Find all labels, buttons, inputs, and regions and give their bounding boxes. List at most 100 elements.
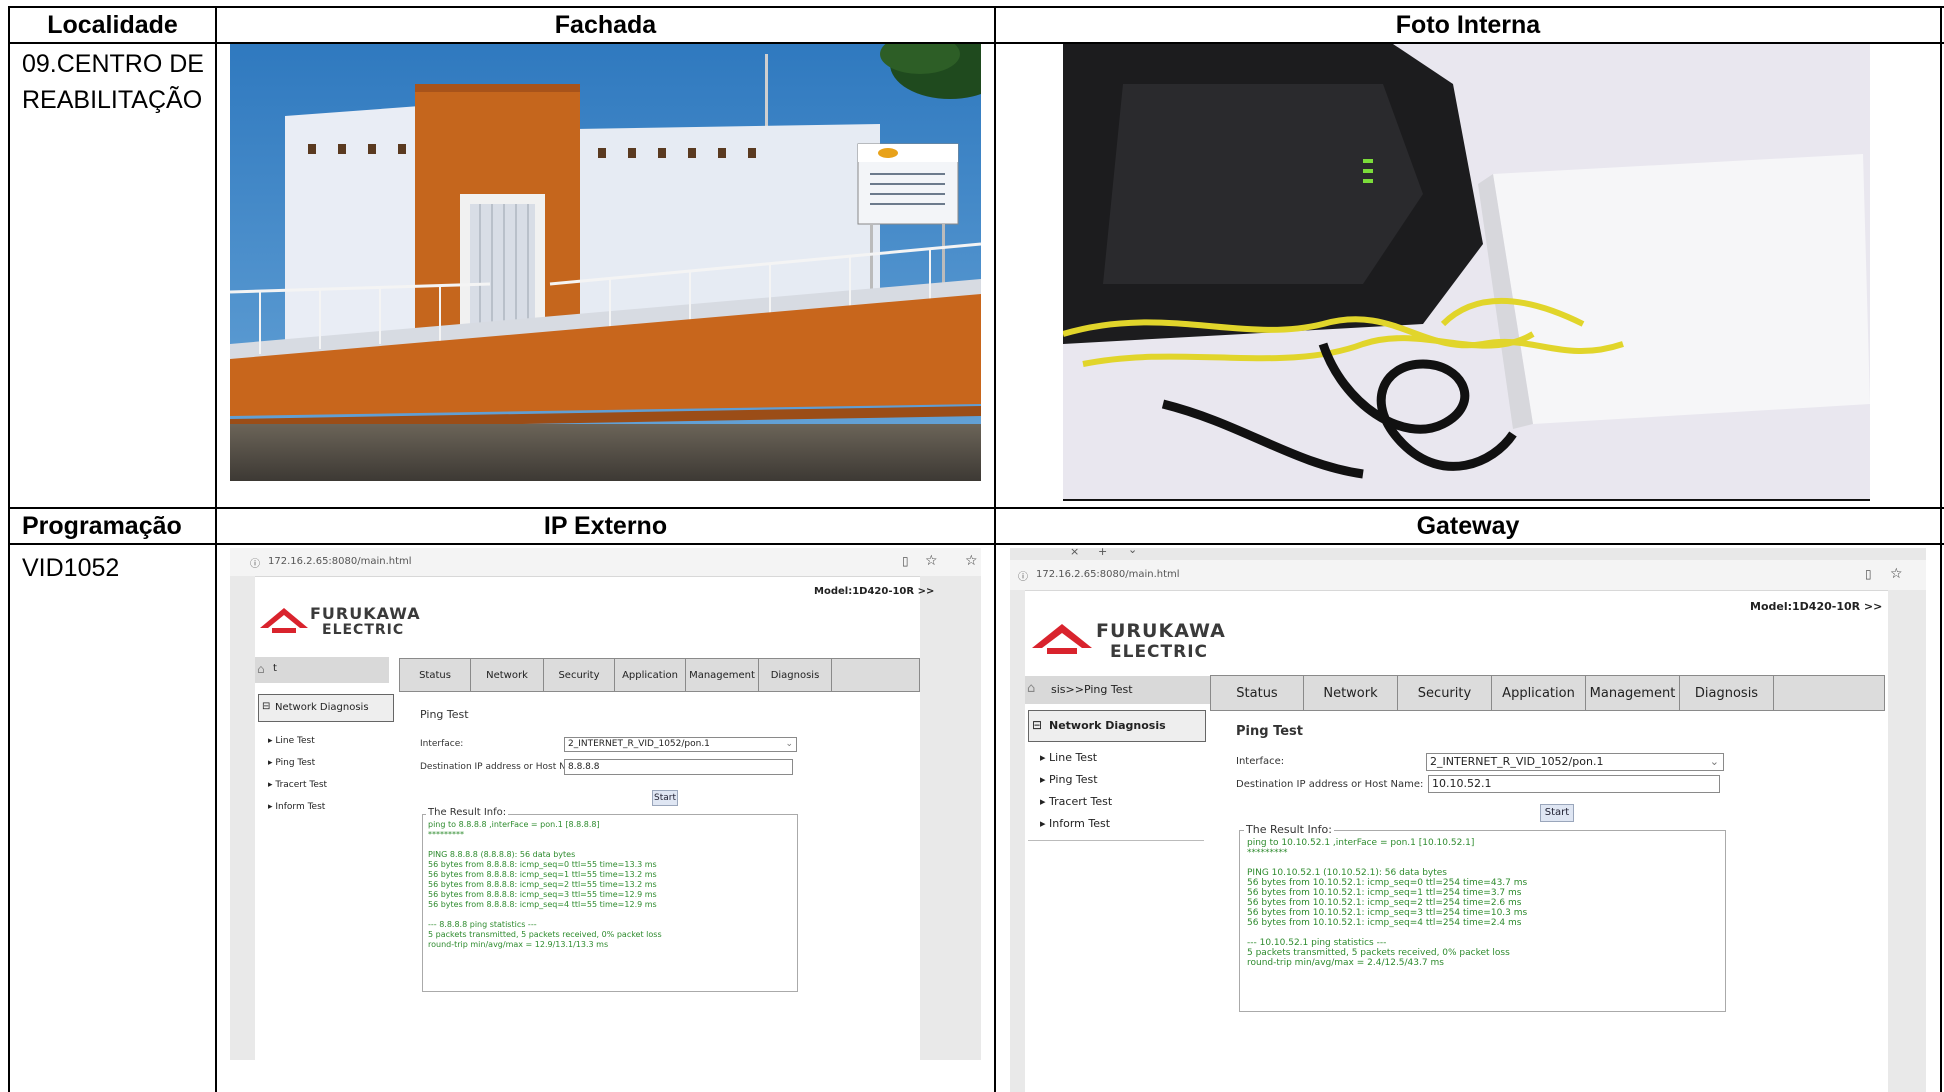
logo-line2: ELECTRIC (322, 622, 405, 638)
result-line: 5 packets transmitted, 5 packets receive… (428, 930, 662, 939)
sidebar-item-line-test[interactable]: ▸ Line Test (1040, 751, 1097, 764)
collapse-icon[interactable]: ⊟ (262, 701, 270, 712)
result-line: ********* (1247, 848, 1288, 858)
interface-select[interactable]: 2_INTERNET_R_VID_1052/pon.1 ⌄ (1426, 753, 1724, 771)
interface-select-value: 2_INTERNET_R_VID_1052/pon.1 (1430, 755, 1604, 768)
network-diagnosis-label: Network Diagnosis (1049, 719, 1166, 732)
grid-col3 (994, 6, 996, 1092)
browser-tab-strip: × + ⌄ (1010, 548, 1926, 560)
browser-url-bar[interactable]: ⓘ 172.16.2.65:8080/main.html ▯ ☆ (1010, 560, 1926, 591)
result-line: 56 bytes from 8.8.8.8: icmp_seq=1 ttl=55… (428, 870, 657, 879)
grid-row2-under-header (8, 543, 1944, 545)
star-icon-secondary[interactable]: ☆ (965, 553, 978, 569)
logo-line1: FURUKAWA (1096, 620, 1226, 642)
result-line: 56 bytes from 8.8.8.8: icmp_seq=4 ttl=55… (428, 900, 657, 909)
sidebar-item-line-test[interactable]: ▸ Line Test (268, 736, 315, 746)
interface-label: Interface: (1236, 756, 1285, 767)
header-fachada: Fachada (554, 11, 657, 39)
top-menu: Status Network Security Application Mana… (399, 658, 920, 692)
tab-security[interactable]: Security (1398, 676, 1492, 710)
start-button[interactable]: Start (1540, 804, 1574, 822)
result-line: PING 10.10.52.1 (10.10.52.1): 56 data by… (1247, 868, 1447, 878)
page-title: Ping Test (1236, 724, 1303, 739)
reader-icon[interactable]: ▯ (902, 554, 909, 568)
localidade-value-line2: REABILITAÇÃO (22, 86, 203, 114)
interface-select[interactable]: 2_INTERNET_R_VID_1052/pon.1 ⌄ (564, 737, 797, 752)
tab-management[interactable]: Management (686, 659, 759, 691)
close-tab-icon[interactable]: × (1070, 548, 1079, 558)
grid-right (1940, 6, 1942, 1092)
dest-input[interactable]: 8.8.8.8 (564, 759, 793, 775)
tab-empty (1774, 676, 1884, 710)
tab-diagnosis[interactable]: Diagnosis (1680, 676, 1774, 710)
chevron-down-icon: ⌄ (785, 739, 793, 749)
info-icon: ⓘ (1018, 572, 1028, 583)
star-icon[interactable]: ☆ (925, 553, 938, 569)
programacao-value: VID1052 (22, 554, 120, 582)
sidebar-item-ping-test[interactable]: ▸ Ping Test (1040, 773, 1098, 786)
tab-status[interactable]: Status (1211, 676, 1304, 710)
sidebar-item-label: Ping Test (275, 758, 316, 768)
result-line: 56 bytes from 10.10.52.1: icmp_seq=0 ttl… (1247, 878, 1528, 888)
tab-management[interactable]: Management (1586, 676, 1680, 710)
result-line: --- 8.8.8.8 ping statistics --- (428, 920, 537, 929)
new-tab-icon[interactable]: + (1098, 548, 1107, 558)
result-line: ping to 8.8.8.8 ,interFace = pon.1 [8.8.… (428, 820, 600, 829)
browser-url-bar[interactable]: ⓘ 172.16.2.65:8080/main.html ▯ ☆ ☆ (230, 548, 981, 577)
tab-status[interactable]: Status (400, 659, 471, 691)
reader-icon[interactable]: ▯ (1865, 567, 1872, 581)
sidebar-item-label: Ping Test (1049, 773, 1098, 786)
sidebar-item-inform-test[interactable]: ▸ Inform Test (268, 802, 325, 812)
header-programacao: Programação (22, 512, 182, 540)
model-label: Model:1D420-10R >> (1750, 600, 1883, 613)
tab-diagnosis[interactable]: Diagnosis (759, 659, 832, 691)
result-line: round-trip min/avg/max = 12.9/13.1/13.3 … (428, 940, 609, 949)
sidebar-item-label: Inform Test (275, 802, 326, 812)
result-line: ********* (428, 830, 464, 839)
tab-application[interactable]: Application (615, 659, 686, 691)
interface-label: Interface: (420, 739, 464, 749)
sidebar-item-label: Inform Test (1049, 817, 1111, 830)
result-line: 56 bytes from 8.8.8.8: icmp_seq=2 ttl=55… (428, 880, 657, 889)
sidebar-item-tracert-test[interactable]: ▸ Tracert Test (268, 780, 327, 790)
network-diagnosis-label: Network Diagnosis (275, 702, 369, 713)
result-legend: The Result Info: (1244, 823, 1334, 836)
result-legend: The Result Info: (426, 807, 509, 818)
tab-network[interactable]: Network (471, 659, 544, 691)
sidebar-item-tracert-test[interactable]: ▸ Tracert Test (1040, 795, 1112, 808)
url-text[interactable]: 172.16.2.65:8080/main.html (1036, 569, 1180, 580)
breadcrumb-text: sis>>Ping Test (1051, 683, 1133, 696)
onu-device-illustration (1063, 44, 1870, 501)
header-ip-externo: IP Externo (543, 512, 668, 540)
result-line: 5 packets transmitted, 5 packets receive… (1247, 948, 1510, 958)
grid-col2 (215, 6, 217, 1092)
grid-top (8, 6, 1944, 8)
home-icon[interactable]: ⌂ (257, 662, 265, 676)
tab-security[interactable]: Security (544, 659, 615, 691)
result-line: PING 8.8.8.8 (8.8.8.8): 56 data bytes (428, 850, 576, 859)
sidebar-item-ping-test[interactable]: ▸ Ping Test (268, 758, 315, 768)
tab-application[interactable]: Application (1492, 676, 1586, 710)
url-text[interactable]: 172.16.2.65:8080/main.html (268, 556, 412, 567)
page-title: Ping Test (420, 708, 469, 721)
building-facade-illustration (230, 44, 981, 481)
collapse-icon[interactable]: ⊟ (1032, 718, 1042, 732)
network-diagnosis-group[interactable]: ⊟ Network Diagnosis (1028, 710, 1206, 742)
start-button[interactable]: Start (652, 790, 678, 806)
chevron-down-icon: ⌄ (1709, 755, 1719, 768)
header-localidade: Localidade (47, 11, 178, 39)
chevron-down-icon[interactable]: ⌄ (1128, 548, 1137, 556)
breadcrumb: ⌂ sis>>Ping Test (1025, 676, 1215, 704)
result-line: 56 bytes from 10.10.52.1: icmp_seq=2 ttl… (1247, 898, 1522, 908)
dest-input[interactable]: 10.10.52.1 (1428, 775, 1720, 793)
result-line: 56 bytes from 10.10.52.1: icmp_seq=1 ttl… (1247, 888, 1522, 898)
star-icon[interactable]: ☆ (1890, 566, 1903, 582)
interface-select-value: 2_INTERNET_R_VID_1052/pon.1 (568, 739, 710, 749)
breadcrumb-text: t (273, 663, 277, 674)
tab-network[interactable]: Network (1304, 676, 1398, 710)
sidebar-item-inform-test[interactable]: ▸ Inform Test (1040, 817, 1110, 830)
furukawa-logo-icon (260, 608, 308, 633)
home-icon[interactable]: ⌂ (1027, 681, 1035, 696)
result-line: round-trip min/avg/max = 2.4/12.5/43.7 m… (1247, 958, 1444, 968)
network-diagnosis-group[interactable]: ⊟ Network Diagnosis (258, 694, 394, 722)
